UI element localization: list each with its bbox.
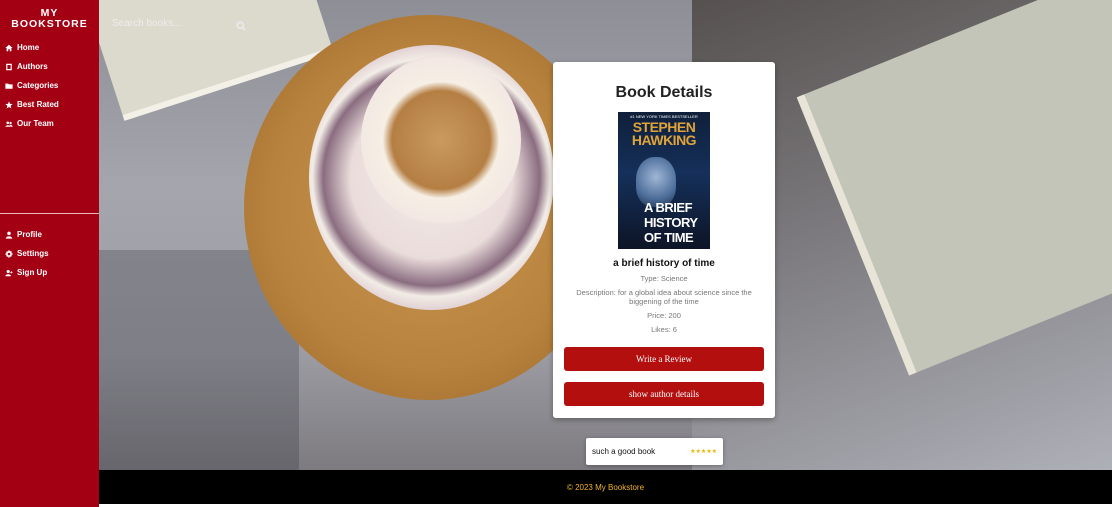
sidebar-item-label: Settings <box>17 249 49 258</box>
sidebar-item-label: Home <box>17 43 40 52</box>
users-icon <box>4 119 14 129</box>
card-heading: Book Details <box>615 84 713 101</box>
cover-title: A BRIEF HISTORY OF TIME <box>644 200 698 245</box>
sidebar-divider <box>0 213 99 214</box>
folder-icon <box>4 81 14 91</box>
sidebar-item-settings[interactable]: Settings <box>0 244 99 263</box>
sidebar-item-sign-up[interactable]: Sign Up <box>0 263 99 282</box>
book-title: a brief history of time <box>613 258 715 269</box>
sidebar-item-our-team[interactable]: Our Team <box>0 114 99 133</box>
book-icon <box>4 62 14 72</box>
book-type: Type: Science <box>640 274 688 283</box>
sidebar-item-label: Authors <box>17 62 48 71</box>
sidebar-item-categories[interactable]: Categories <box>0 76 99 95</box>
sidebar-item-label: Profile <box>17 230 42 239</box>
book-description: Description: for a global idea about sci… <box>576 288 752 306</box>
sidebar-item-home[interactable]: Home <box>0 38 99 57</box>
gear-icon <box>4 249 14 259</box>
footer-copyright: © 2023 My Bookstore <box>566 482 645 492</box>
sidebar-item-label: Sign Up <box>17 268 48 277</box>
cover-author: STEPHEN HAWKING <box>631 119 697 148</box>
sidebar-bottom: Profile Settings Sign Up <box>0 225 99 282</box>
search-input[interactable] <box>112 17 232 29</box>
sidebar-item-profile[interactable]: Profile <box>0 225 99 244</box>
sidebar-item-best-rated[interactable]: Best Rated <box>0 95 99 114</box>
book-cover-image: #1 NEW YORK TIMES BESTSELLER STEPHEN HAW… <box>618 112 710 249</box>
brand-line-2: BOOKSTORE <box>11 18 88 30</box>
star-icon <box>4 100 14 110</box>
user-icon <box>4 230 14 240</box>
write-review-button[interactable]: Write a Review <box>564 347 764 371</box>
star-rating: ★★★★★ <box>690 449 717 455</box>
sidebar: MY BOOKSTORE Home Authors Categories Bes… <box>0 0 99 507</box>
user-plus-icon <box>4 268 14 278</box>
search-icon[interactable] <box>236 18 247 32</box>
review-text: such a good book <box>592 447 656 456</box>
sidebar-item-label: Categories <box>17 81 59 90</box>
review-card: such a good book ★★★★★ <box>586 438 723 465</box>
sidebar-item-label: Best Rated <box>17 100 59 109</box>
search-bar <box>112 16 252 32</box>
coffee-cup-image <box>361 55 521 225</box>
home-icon <box>4 43 14 53</box>
sidebar-item-authors[interactable]: Authors <box>0 57 99 76</box>
show-author-details-button[interactable]: show author details <box>564 382 764 406</box>
sidebar-item-label: Our Team <box>17 119 54 128</box>
book-likes: Likes: 6 <box>651 325 677 334</box>
book-price: Price: 200 <box>647 311 681 320</box>
book-details-card: Book Details #1 NEW YORK TIMES BESTSELLE… <box>553 62 775 418</box>
footer: © 2023 My Bookstore <box>99 470 1112 504</box>
brand-logo[interactable]: MY BOOKSTORE <box>0 0 99 38</box>
